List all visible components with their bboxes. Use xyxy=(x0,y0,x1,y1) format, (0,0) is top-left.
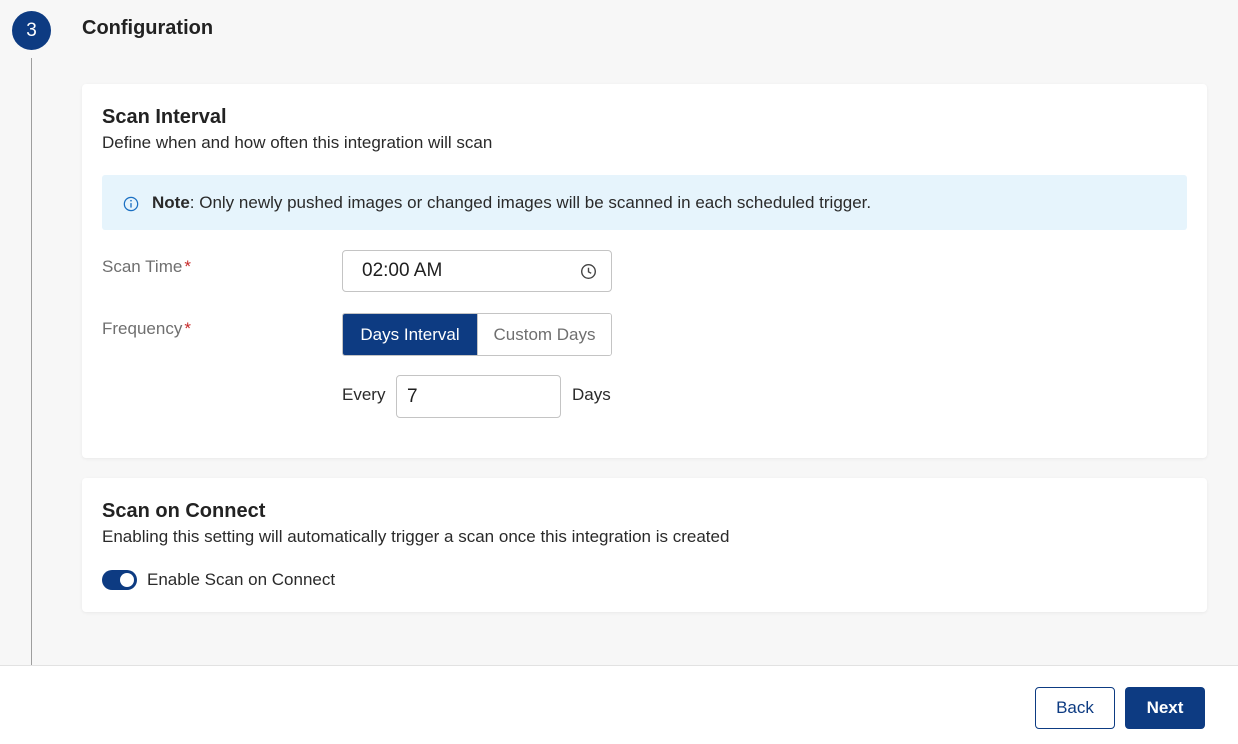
scan-on-connect-title: Scan on Connect xyxy=(102,500,266,522)
frequency-label: Frequency * xyxy=(102,319,191,339)
info-icon xyxy=(123,195,139,211)
scan-time-label-text: Scan Time xyxy=(102,257,183,276)
next-button[interactable]: Next xyxy=(1125,687,1205,729)
custom-days-option[interactable]: Custom Days xyxy=(477,314,611,355)
interval-days-value: 7 xyxy=(407,385,418,407)
toggle-label: Enable Scan on Connect xyxy=(147,570,336,589)
required-mark: * xyxy=(184,319,191,338)
scan-on-connect-toggle[interactable] xyxy=(102,570,137,590)
back-button[interactable]: Back xyxy=(1035,687,1115,729)
scan-time-label: Scan Time * xyxy=(102,257,191,277)
frequency-segmented-control: Days Interval Custom Days xyxy=(342,313,612,356)
scan-on-connect-description: Enabling this setting will automatically… xyxy=(102,527,730,546)
scan-on-connect-card: Scan on Connect Enabling this setting wi… xyxy=(82,478,1207,612)
step-number-badge: 3 xyxy=(12,11,51,50)
note-label: Note xyxy=(152,192,190,212)
note-text: : Only newly pushed images or changed im… xyxy=(189,192,872,212)
step-number: 3 xyxy=(26,19,37,41)
scan-on-connect-toggle-row: Enable Scan on Connect xyxy=(102,570,335,590)
days-label: Days xyxy=(572,385,611,404)
step-title: Configuration xyxy=(82,17,214,39)
scan-time-input[interactable]: 02:00 AM xyxy=(342,250,612,292)
scan-interval-description: Define when and how often this integrati… xyxy=(102,133,493,152)
interval-days-input[interactable]: 7 xyxy=(396,375,561,418)
required-mark: * xyxy=(184,257,191,276)
scan-interval-card: Scan Interval Define when and how often … xyxy=(82,84,1207,458)
toggle-knob xyxy=(120,573,134,587)
scan-time-value: 02:00 AM xyxy=(362,260,443,281)
frequency-label-text: Frequency xyxy=(102,319,183,338)
footer-bar: Back Next xyxy=(0,665,1238,744)
clock-icon[interactable] xyxy=(580,263,597,280)
note-banner: Note : Only newly pushed images or chang… xyxy=(102,175,1187,230)
configuration-page: 3 Configuration Scan Interval Define whe… xyxy=(0,0,1238,744)
days-interval-option[interactable]: Days Interval xyxy=(343,314,477,355)
scan-interval-title: Scan Interval xyxy=(102,106,227,128)
stepper-line xyxy=(31,58,32,666)
every-label: Every xyxy=(342,385,386,404)
